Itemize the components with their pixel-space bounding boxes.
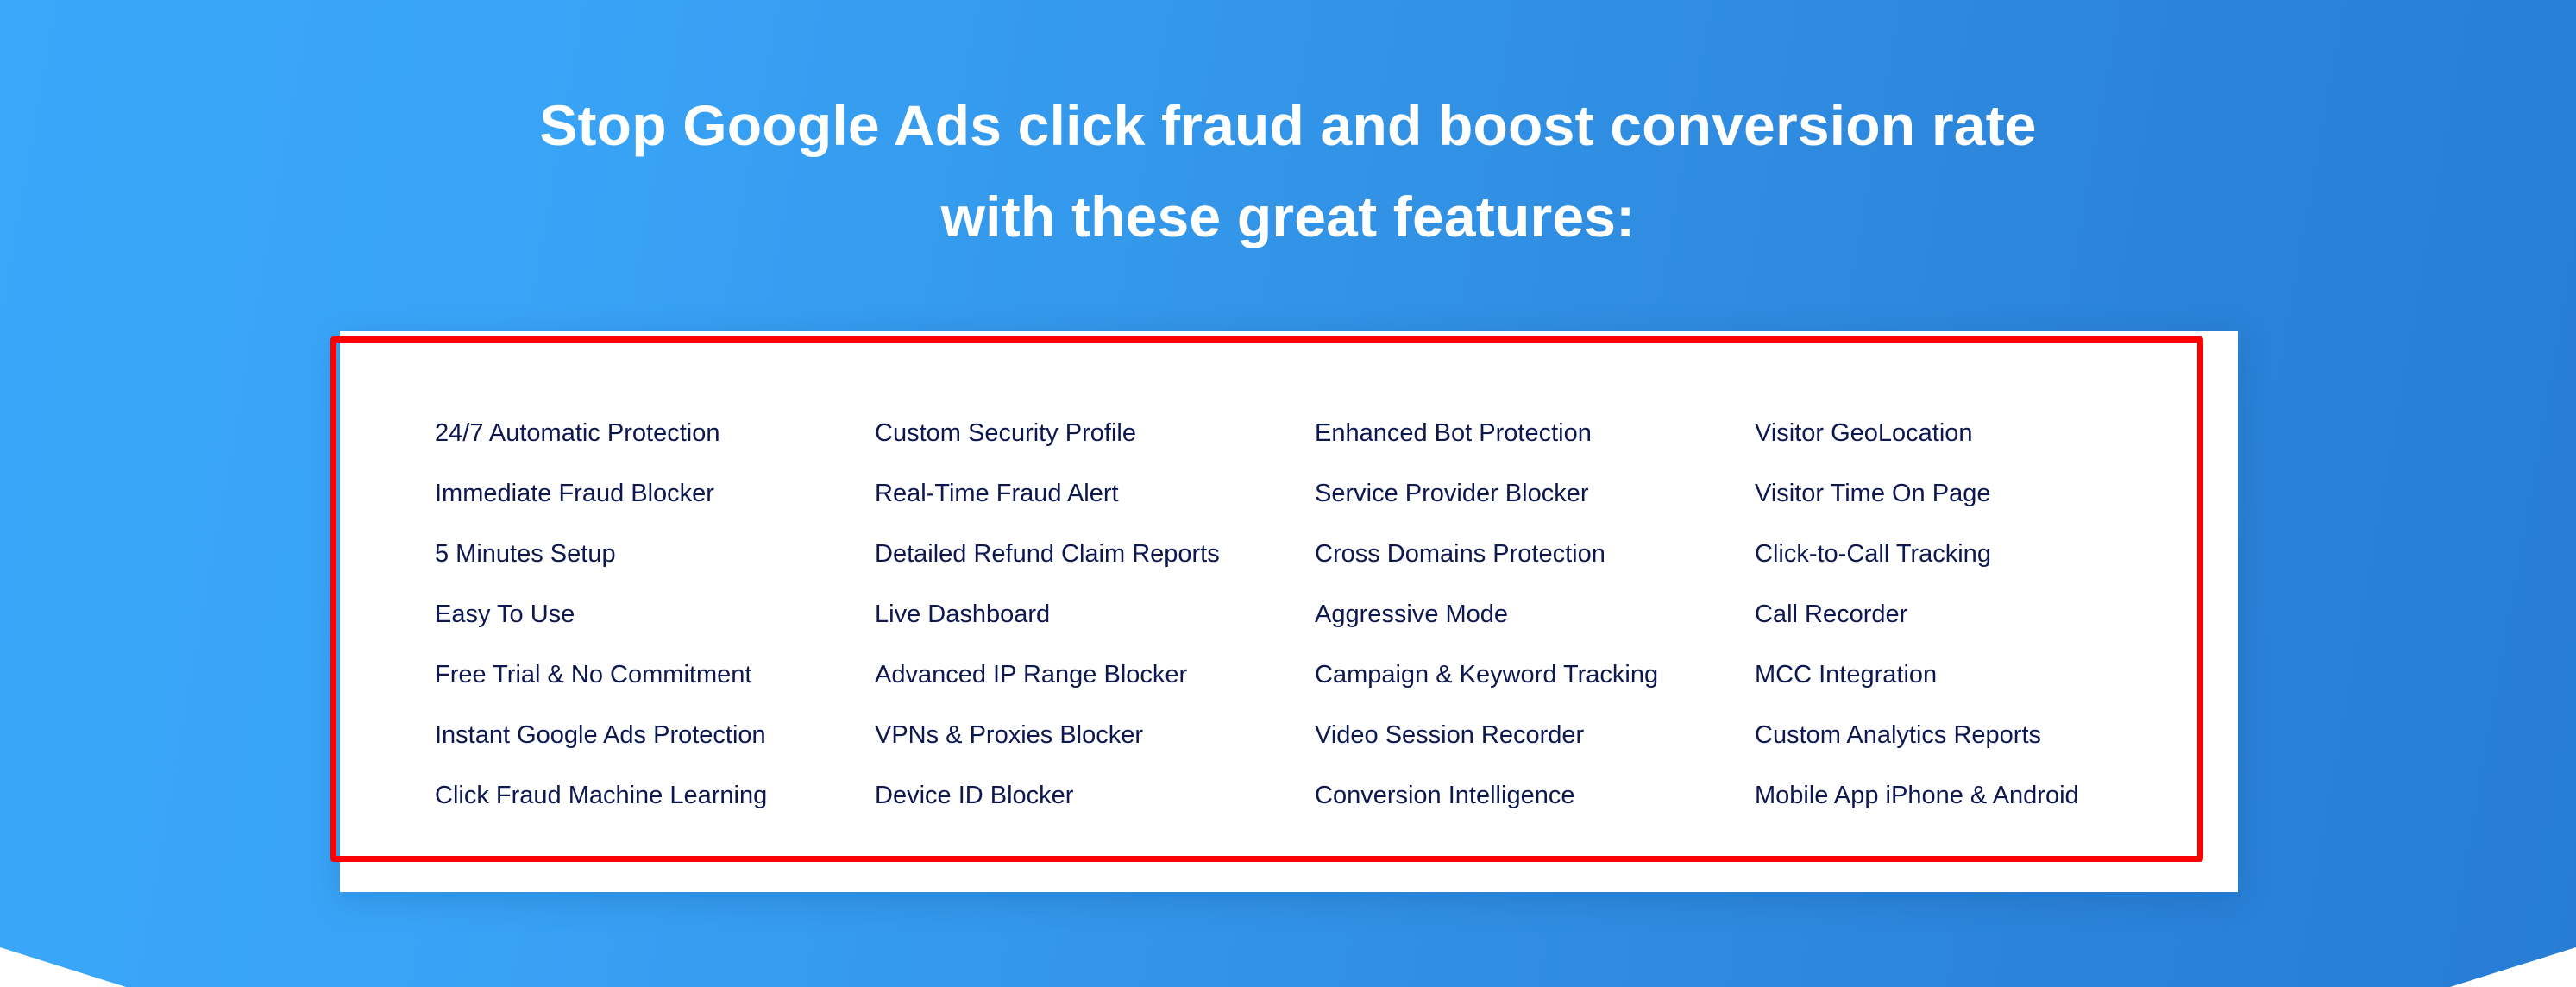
bottom-right-wave-decoration (2450, 947, 2576, 987)
feature-item: Click-to-Call Tracking (1755, 540, 1991, 568)
feature-item: VPNs & Proxies Blocker (875, 721, 1144, 749)
feature-item: Conversion Intelligence (1315, 782, 1575, 809)
feature-item: Device ID Blocker (875, 782, 1074, 809)
section-title: Stop Google Ads click fraud and boost co… (0, 79, 2576, 262)
feature-item: Video Session Recorder (1315, 721, 1585, 749)
section-title-line-1: Stop Google Ads click fraud and boost co… (539, 93, 2037, 158)
feature-item: Custom Security Profile (875, 419, 1136, 447)
feature-item: Campaign & Keyword Tracking (1315, 661, 1659, 688)
feature-item: Call Recorder (1755, 600, 1908, 628)
feature-item: 5 Minutes Setup (435, 540, 616, 568)
feature-item: Cross Domains Protection (1315, 540, 1605, 568)
feature-item: Visitor Time On Page (1755, 480, 1991, 507)
feature-item: Live Dashboard (875, 600, 1051, 628)
feature-item: Service Provider Blocker (1315, 480, 1589, 507)
feature-item: Click Fraud Machine Learning (435, 782, 768, 809)
feature-item: 24/7 Automatic Protection (435, 419, 720, 447)
feature-item: Custom Analytics Reports (1755, 721, 2042, 749)
feature-item: Enhanced Bot Protection (1315, 419, 1592, 447)
feature-item: MCC Integration (1755, 661, 1938, 688)
feature-item: Instant Google Ads Protection (435, 721, 766, 749)
features-grid: 24/7 Automatic Protection Immediate Frau… (435, 418, 2195, 840)
feature-item: Real-Time Fraud Alert (875, 480, 1119, 507)
bottom-left-wave-decoration (0, 947, 126, 987)
feature-item: Free Trial & No Commitment (435, 661, 752, 688)
section-title-line-2: with these great features: (940, 185, 1636, 249)
feature-item: Visitor GeoLocation (1755, 419, 1973, 447)
feature-item: Detailed Refund Claim Reports (875, 540, 1220, 568)
feature-item: Advanced IP Range Blocker (875, 661, 1188, 688)
feature-item: Easy To Use (435, 600, 575, 628)
feature-item: Aggressive Mode (1315, 600, 1509, 628)
feature-item: Immediate Fraud Blocker (435, 480, 714, 507)
feature-item: Mobile App iPhone & Android (1755, 782, 2079, 809)
